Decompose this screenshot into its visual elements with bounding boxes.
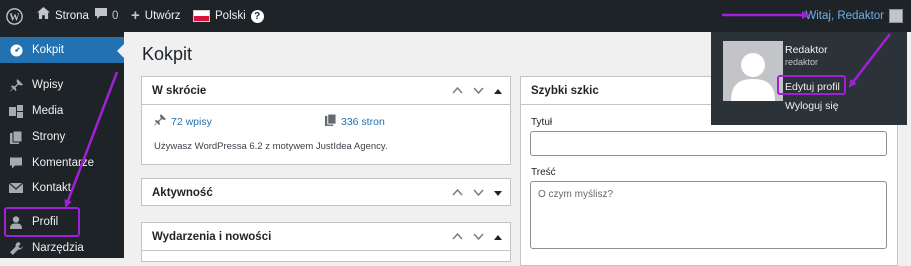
arrow-to-edit-profile xyxy=(848,33,891,88)
annotation-arrows xyxy=(64,11,891,208)
arrow-to-profile xyxy=(64,71,119,208)
